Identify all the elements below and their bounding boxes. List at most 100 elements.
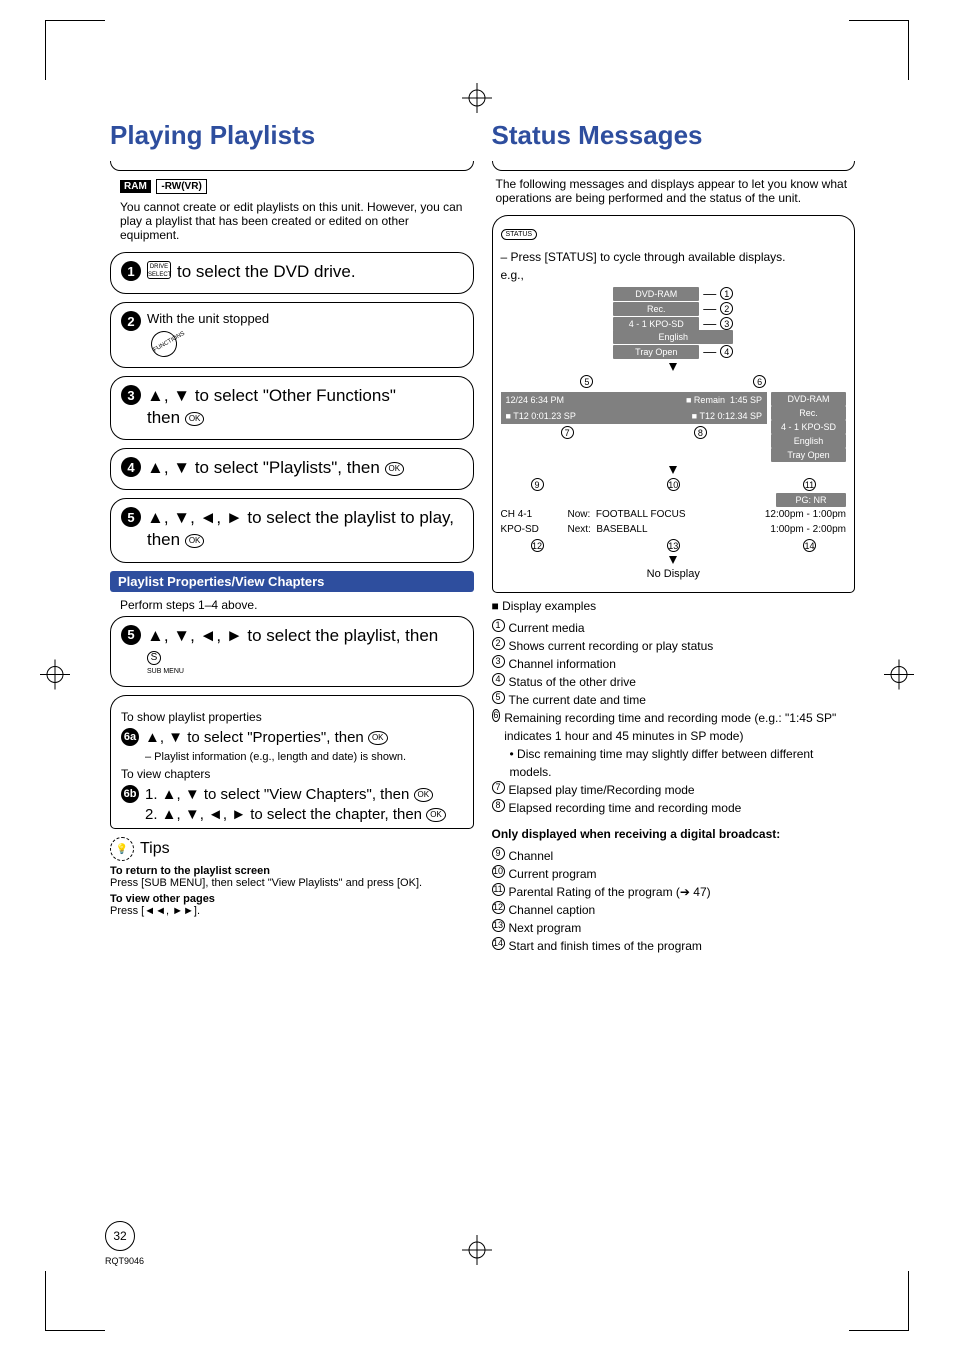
ok-button-icon: OK [414,788,434,802]
callout-9: 9 [531,478,544,491]
sub-menu-label: SUB MENU [147,667,184,676]
step-number-icon: 3 [121,385,141,405]
arrow-line: — [703,301,716,316]
dd-10: Current program [509,865,597,883]
num-6-icon: 6 [492,709,501,722]
step-number-icon: 5 [121,625,141,645]
num-9-icon: 9 [492,847,505,860]
status-box-tray: Tray Open [613,345,699,359]
arc-close [110,824,474,829]
dd-13: Next program [509,919,582,937]
step-3-text-a: ▲, ▼ to select "Other Functions" [147,385,396,407]
step-2-text: With the unit stopped [147,311,269,326]
callout-3: 3 [720,317,733,330]
callout-4: 4 [720,345,733,358]
crop-mark [45,1271,105,1331]
step-6b-text-2: 2. ▲, ▼, ◄, ► to select the chapter, the… [145,806,422,823]
callout-1: 1 [720,287,733,300]
arrow-line: — [703,316,716,331]
de-4: Status of the other drive [509,673,636,691]
document-id: RQT9046 [105,1256,144,1266]
callout-14: 14 [803,539,816,552]
de-5: The current date and time [509,691,646,709]
status-t12b: ■ T12 0:12.34 SP [692,411,762,421]
num-5-icon: 5 [492,691,505,704]
status-ch: CH 4-1 [501,509,556,520]
num-4-icon: 4 [492,673,505,686]
arrow-down-icon [669,466,677,474]
status-wide-row-2: ■ T12 0:01.23 SP ■ T12 0:12.34 SP [501,408,768,424]
step-number-icon: 2 [121,311,141,331]
step-5: 5 ▲, ▼, ◄, ► to select the playlist to p… [110,498,474,562]
step-3: 3 ▲, ▼ to select "Other Functions" then … [110,376,474,440]
de-3: Channel information [509,655,616,673]
to-view-chapters: To view chapters [121,767,463,781]
status-next-label: Next: [568,524,591,535]
tip-2-body: Press [◄◄, ►►]. [110,905,474,917]
section-title-status-messages: Status Messages [492,120,856,151]
status-now-value: FOOTBALL FOCUS [596,509,686,520]
step-number-icon: 1 [121,261,141,281]
arc-divider [492,161,856,171]
num-10-icon: 10 [492,865,505,878]
step-2: 2 With the unit stopped FUNCTIONS [110,302,474,368]
intro-text: You cannot create or edit playlists on t… [120,200,464,242]
status-side-channel: 4 - 1 KPO-SD [771,420,846,434]
arrow-down-icon [669,363,677,371]
callout-7: 7 [561,426,574,439]
no-display-label: No Display [501,568,847,580]
status-time-2: 1:00pm - 2:00pm [765,524,846,535]
manual-page: Playing Playlists RAM -RW(VR) You cannot… [110,120,855,955]
registration-mark-icon [40,659,70,692]
crop-mark [849,20,909,80]
callout-6: 6 [753,375,766,388]
tips-icon: 💡 [110,837,134,861]
page-number: 32 [105,1221,135,1251]
num-11-icon: 11 [492,883,505,896]
de-1: Current media [509,619,585,637]
num-14-icon: 14 [492,937,505,950]
arc-close [492,588,856,593]
step-3-text-b: then [147,408,180,427]
dd-11: Parental Rating of the program (➔ 47) [509,883,711,901]
dd-12: Channel caption [509,901,596,919]
callout-5: 5 [580,375,593,388]
status-intro: The following messages and displays appe… [492,177,856,205]
step-number-icon: 6b [121,785,139,803]
step-6b-text-1: 1. ▲, ▼ to select "View Chapters", then [145,786,409,803]
registration-mark-icon [884,659,914,692]
step-4: 4 ▲, ▼ to select "Playlists", then OK [110,448,474,490]
status-box-channel: 4 - 1 KPO-SD [613,317,699,331]
dd-9: Channel [509,847,554,865]
display-examples-heading: ■ Display examples [492,599,856,613]
crop-mark [849,1271,909,1331]
ok-button-icon: OK [185,534,205,548]
drive-select-button-icon: DRIVE SELECT [147,261,171,279]
status-remain-value: 1:45 SP [730,395,762,405]
status-box-media: DVD-RAM [613,287,699,301]
status-next-value: BASEBALL [596,524,647,535]
num-7-icon: 7 [492,781,505,794]
arrow-line: — [703,344,716,359]
ok-button-icon: OK [385,462,405,476]
display-examples-list: 1Current media 2Shows current recording … [492,619,856,817]
tip-2-heading: To view other pages [110,893,474,905]
callout-12: 12 [531,539,544,552]
status-t12a: ■ T12 0:01.23 SP [506,411,576,421]
digital-broadcast-list: 9 Channel 10 Current program 11 Parental Ra… [492,847,856,955]
step-1: 1 DRIVE SELECT to select the DVD drive. [110,252,474,294]
tip-1-heading: To return to the playlist screen [110,865,474,877]
step-5-alt: 5 ▲, ▼, ◄, ► to select the playlist, the… [110,616,474,687]
status-side-tray: Tray Open [771,448,846,462]
status-remain-label: ■ Remain [686,395,725,405]
num-12-icon: 12 [492,901,505,914]
tips-label: Tips [140,840,170,858]
crop-mark [45,20,105,80]
callout-2: 2 [720,302,733,315]
callout-13: 13 [667,539,680,552]
status-time-1: 12:00pm - 1:00pm [765,509,846,520]
callout-10: 10 [667,478,680,491]
num-13-icon: 13 [492,919,505,932]
step-1-text: to select the DVD drive. [177,261,356,283]
subheading-playlist-properties: Playlist Properties/View Chapters [110,571,474,592]
